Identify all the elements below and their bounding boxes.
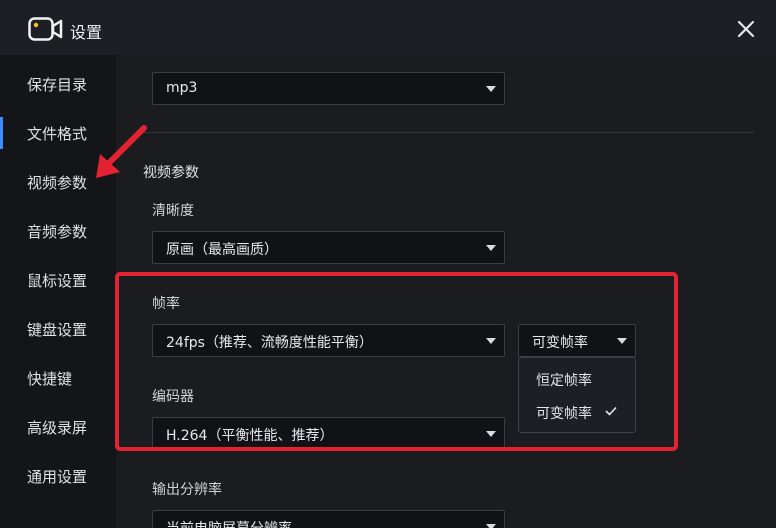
caret-down-icon [486,86,496,92]
sidebar-item-shortcuts[interactable]: 快捷键 [0,358,116,398]
select-value: 原画（最高画质） [166,242,278,258]
sidebar-item-keyboard-settings[interactable]: 键盘设置 [0,309,116,349]
sidebar-item-audio-params[interactable]: 音频参数 [0,211,116,251]
close-button[interactable] [730,13,762,45]
caret-down-icon [486,245,496,251]
sidebar-item-advanced-recording[interactable]: 高级录屏 [0,407,116,447]
annotation-highlight-box [115,272,678,451]
clarity-select[interactable]: 原画（最高画质） [152,231,505,264]
sidebar-item-mouse-settings[interactable]: 鼠标设置 [0,260,116,300]
close-icon [737,20,755,38]
audio-format-select[interactable]: mp3 [152,72,505,105]
select-value: mp3 [166,80,198,96]
title-bar: 设置 [0,0,776,55]
camera-icon [28,17,63,41]
sidebar-item-label: 保存目录 [27,76,88,94]
sidebar-item-label: 通用设置 [27,468,88,486]
clarity-label: 清晰度 [152,203,194,219]
sidebar-item-label: 鼠标设置 [27,272,88,290]
sidebar-item-label: 键盘设置 [27,321,88,339]
sidebar-item-general-settings[interactable]: 通用设置 [0,456,116,496]
sidebar-item-save-directory[interactable]: 保存目录 [0,64,116,104]
output-resolution-label: 输出分辨率 [152,482,222,498]
annotation-arrow-icon [96,125,147,178]
sidebar-item-label: 高级录屏 [27,419,88,437]
window-title: 设置 [70,23,103,42]
active-indicator [0,117,3,149]
sidebar-item-label: 快捷键 [27,370,73,388]
caret-down-icon [486,524,496,528]
sidebar-item-label: 文件格式 [27,125,88,143]
output-resolution-select[interactable]: 当前电脑屏幕分辨率 [152,510,505,528]
sidebar-item-label: 音频参数 [27,223,88,241]
sidebar-item-label: 视频参数 [27,174,88,192]
section-divider [143,132,754,133]
select-value: 当前电脑屏幕分辨率 [166,518,292,528]
